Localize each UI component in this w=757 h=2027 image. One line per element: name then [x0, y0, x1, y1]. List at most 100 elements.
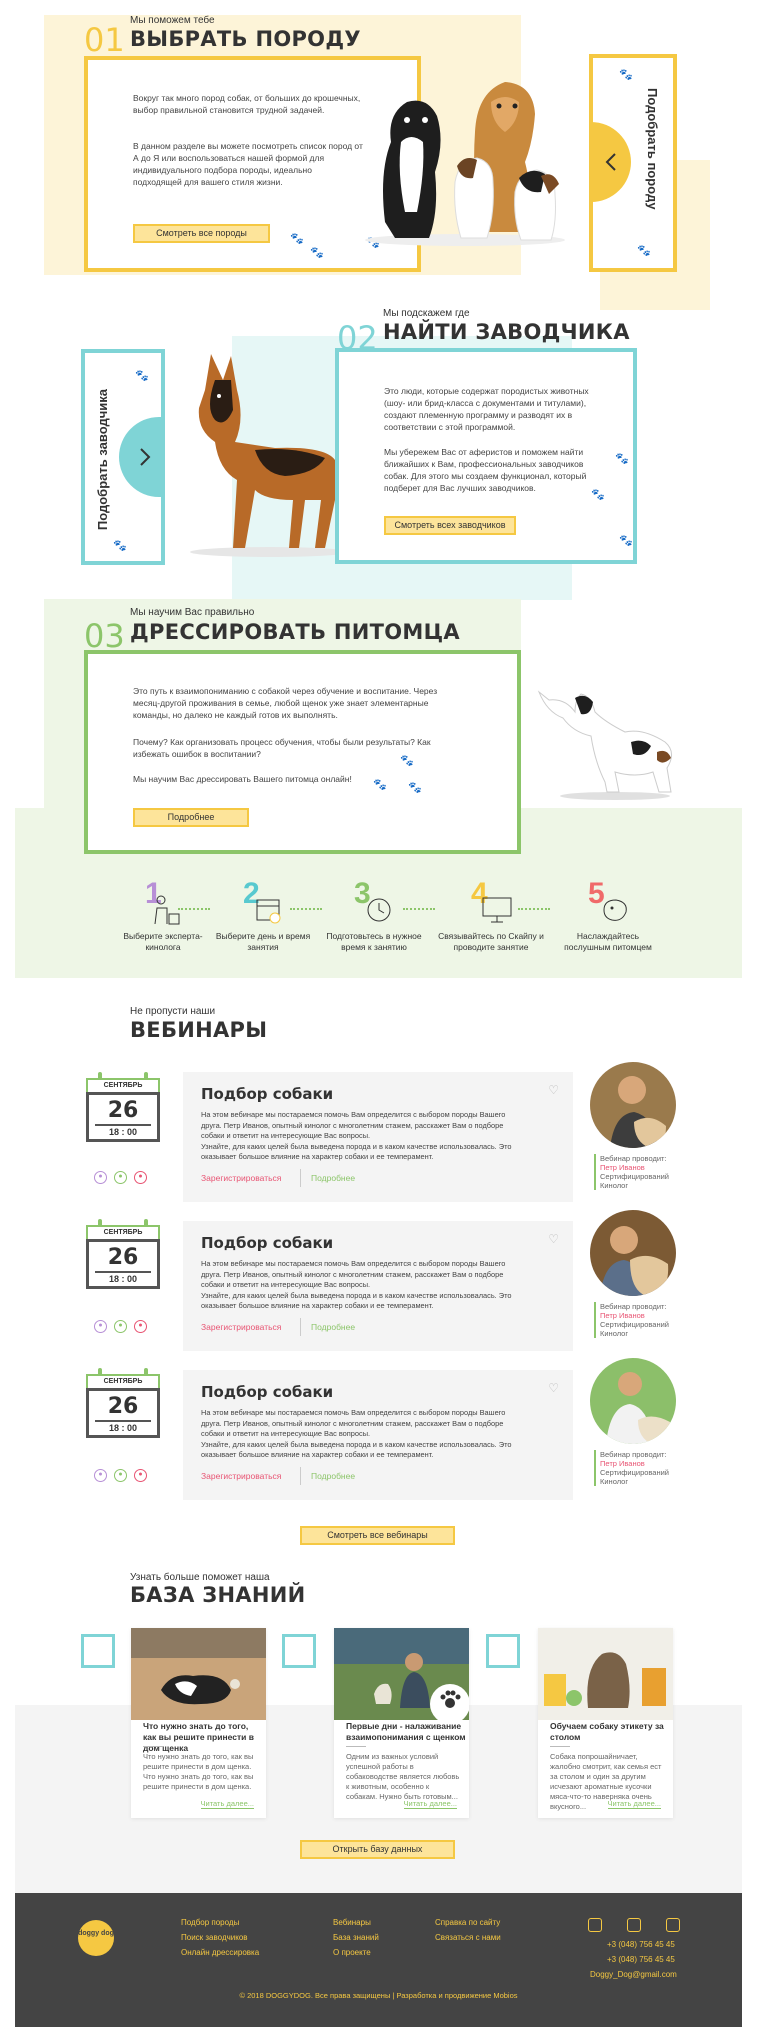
- webinar-text-2: Узнайте, для каких целей была выведена п…: [201, 1141, 512, 1162]
- calendar-icon: [256, 899, 281, 924]
- read-more-link[interactable]: Читать далее...: [200, 1799, 254, 1809]
- training-title: ДРЕССИРОВАТЬ ПИТОМЦА: [130, 620, 460, 644]
- logo[interactable]: doggy dog: [78, 1920, 114, 1956]
- facebook-icon[interactable]: [666, 1918, 680, 1932]
- article-card[interactable]: Обучаем собаку этикету за столом Собака …: [538, 1628, 673, 1818]
- knowledge-title: БАЗА ЗНАНИЙ: [130, 1583, 306, 1607]
- webinar-more-link[interactable]: Подробнее: [311, 1471, 355, 1481]
- speaker-info: Вебинар проводит: Петр Иванов Сертифицир…: [594, 1302, 684, 1338]
- webinar-title: Подбор собаки: [201, 1085, 334, 1103]
- webinar-more-link[interactable]: Подробнее: [311, 1322, 355, 1332]
- calendar-divider: [95, 1271, 151, 1273]
- monitor-icon: [482, 897, 512, 923]
- read-more-link[interactable]: Читать далее...: [607, 1799, 661, 1809]
- clock-icon: [367, 898, 391, 922]
- calendar-divider: [95, 1124, 151, 1126]
- dogs-group-image: [365, 82, 565, 246]
- speaker-label: Вебинар проводит:: [600, 1450, 667, 1459]
- speaker-role: Сертифицирований Кинолог: [600, 1468, 669, 1486]
- breed-title: ВЫБРАТЬ ПОРОДУ: [130, 27, 361, 51]
- register-link[interactable]: Зарегистрироваться: [201, 1173, 281, 1183]
- all-webinars-button[interactable]: Смотреть все вебинары: [300, 1526, 455, 1545]
- heart-icon[interactable]: ♡: [548, 1381, 559, 1395]
- webinar-more-link[interactable]: Подробнее: [311, 1173, 355, 1183]
- step-label: Наслаждайтесь послушным питомцем: [564, 931, 652, 952]
- breeder-card: Это люди, которые содержат породистых жи…: [335, 348, 637, 564]
- article-excerpt: Одним из важных условий успешной работы …: [346, 1752, 460, 1801]
- instagram-icon[interactable]: [588, 1918, 602, 1932]
- footer-link[interactable]: Связаться с нами: [435, 1933, 501, 1942]
- speaker-name[interactable]: Петр Иванов: [600, 1311, 684, 1320]
- pick-breeder-tab[interactable]: Подобрать заводчика 🐾 🐾: [81, 349, 165, 565]
- step-3: 3 Подготовьтесь в нужное время к занятию: [319, 879, 429, 953]
- article-title: Обучаем собаку этикету за столом: [550, 1721, 664, 1742]
- training-subtitle: Мы научим Вас правильно: [130, 607, 255, 618]
- speaker-avatar: [590, 1210, 676, 1296]
- speaker-photo: [590, 1358, 676, 1444]
- pick-breed-tab[interactable]: Подобрать породу 🐾 🐾: [589, 54, 677, 272]
- speaker-name[interactable]: Петр Иванов: [600, 1459, 684, 1468]
- footer: doggy dog Подбор породы Поиск заводчиков…: [15, 1893, 742, 2027]
- speaker-photo: [590, 1062, 676, 1148]
- training-number: 03: [84, 617, 125, 655]
- paw-icon: 🐾: [400, 755, 414, 767]
- speaker-info: Вебинар проводит: Петр Иванов Сертифицир…: [594, 1450, 684, 1486]
- heart-icon[interactable]: ♡: [548, 1232, 559, 1246]
- footer-link[interactable]: Вебинары: [333, 1918, 371, 1927]
- article-title: Что нужно знать до того, как вы решите п…: [143, 1721, 254, 1753]
- category-icon: ●: [114, 1469, 127, 1482]
- register-link[interactable]: Зарегистрироваться: [201, 1322, 281, 1332]
- webinar-card: Подбор собаки ♡ На этом вебинаре мы пост…: [183, 1370, 573, 1500]
- paw-icon: 🐾: [615, 453, 629, 465]
- calendar-day: 26: [107, 1245, 139, 1270]
- calendar-time: 18 : 00: [108, 1423, 138, 1433]
- footer-link[interactable]: О проекте: [333, 1948, 371, 1957]
- breed-subtitle: Мы поможем тебе: [130, 15, 215, 26]
- vk-icon[interactable]: [627, 1918, 641, 1932]
- speaker-label: Вебинар проводит:: [600, 1302, 667, 1311]
- step-arrow: [403, 908, 435, 910]
- speaker-name[interactable]: Петр Иванов: [600, 1163, 684, 1172]
- footer-link[interactable]: Справка по сайту: [435, 1918, 500, 1927]
- speaker-label: Вебинар проводит:: [600, 1154, 667, 1163]
- footer-email[interactable]: Doggy_Dog@gmail.com: [590, 1970, 677, 1979]
- calendar-month: СЕНТЯБРЬ: [86, 1225, 160, 1239]
- footer-link[interactable]: Онлайн дрессировка: [181, 1948, 259, 1957]
- training-card: Это путь к взаимопониманию с собакой чер…: [84, 650, 521, 854]
- paw-icon: 🐾: [619, 535, 633, 547]
- footer-link[interactable]: Подбор породы: [181, 1918, 239, 1927]
- heart-icon[interactable]: ♡: [548, 1083, 559, 1097]
- breeder-text-2: Мы убережем Вас от аферистов и поможем н…: [384, 447, 587, 493]
- copyright: © 2018 DOGGYDOG. Все права защищены | Ра…: [239, 1991, 518, 2000]
- speaker-info: Вебинар проводит: Петр Иванов Сертифицир…: [594, 1154, 684, 1190]
- paw-icon: 🐾: [408, 782, 422, 794]
- webinar-text-2: Узнайте, для каких целей была выведена п…: [201, 1439, 512, 1460]
- calendar-time: 18 : 00: [108, 1274, 138, 1284]
- webinar-description: На этом вебинаре мы постараемся помочь В…: [201, 1259, 526, 1312]
- footer-phone[interactable]: +3 (048) 756 45 45: [607, 1940, 675, 1949]
- article-card[interactable]: Что нужно знать до того, как вы решите п…: [131, 1628, 266, 1818]
- register-link[interactable]: Зарегистрироваться: [201, 1471, 281, 1481]
- calendar-day: 26: [107, 1394, 139, 1419]
- webinar-calendar: СЕНТЯБРЬ 26 18 : 00: [86, 1072, 160, 1150]
- footer-phone[interactable]: +3 (048) 756 45 45: [607, 1955, 675, 1964]
- footer-link[interactable]: Поиск заводчиков: [181, 1933, 248, 1942]
- calendar-divider: [95, 1420, 151, 1422]
- all-breeders-button[interactable]: Смотреть всех заводчиков: [384, 516, 516, 535]
- read-more-link[interactable]: Читать далее...: [403, 1799, 457, 1809]
- speaker-avatar: [590, 1358, 676, 1444]
- open-database-button[interactable]: Открыть базу данных: [300, 1840, 455, 1859]
- webinar-text-1: На этом вебинаре мы постараемся помочь В…: [201, 1259, 506, 1289]
- training-more-button[interactable]: Подробнее: [133, 808, 249, 827]
- all-breeds-button[interactable]: Смотреть все породы: [133, 224, 270, 243]
- footer-link[interactable]: База знаний: [333, 1933, 379, 1942]
- article-title: Первые дни - налаживание взаимопонимания…: [346, 1721, 466, 1742]
- pick-breed-tab-label: Подобрать породу: [645, 88, 660, 210]
- article-card[interactable]: Первые дни - налаживание взаимопонимания…: [334, 1628, 469, 1818]
- step-2: 2 Выберите день и время занятия: [208, 879, 318, 953]
- category-icon: ●: [134, 1469, 147, 1482]
- calendar-body: 26 18 : 00: [86, 1092, 160, 1142]
- step-label: Связывайтесь по Скайпу и проводите занят…: [438, 931, 544, 952]
- webinar-description: На этом вебинаре мы постараемся помочь В…: [201, 1408, 526, 1461]
- step-5: 5 Наслаждайтесь послушным питомцем: [553, 879, 663, 953]
